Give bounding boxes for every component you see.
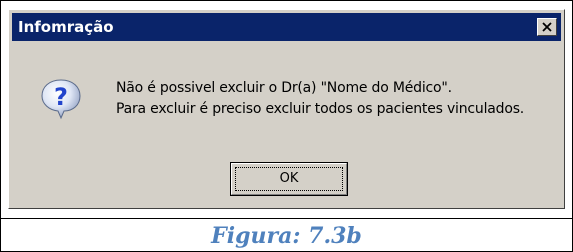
message-line-2: Para excluir é preciso excluir todos os … — [116, 101, 525, 117]
question-icon: ? — [41, 79, 81, 120]
caption-divider — [1, 218, 572, 219]
dialog-title: Infomração — [18, 18, 114, 36]
close-icon — [542, 22, 552, 32]
figure-frame: Infomração ? Não é possivel excluir o Dr… — [0, 0, 573, 252]
ok-button-label: OK — [279, 171, 299, 186]
figure-caption: Figura: 7.3b — [211, 223, 362, 249]
message-dialog: Infomração ? Não é possivel excluir o Dr… — [8, 9, 565, 209]
dialog-titlebar[interactable]: Infomração — [12, 13, 561, 41]
ok-button[interactable]: OK — [230, 162, 348, 196]
svg-text:?: ? — [54, 83, 68, 111]
close-button[interactable] — [537, 18, 557, 36]
message-line-1: Não é possivel excluir o Dr(a) "Nome do … — [116, 80, 452, 96]
